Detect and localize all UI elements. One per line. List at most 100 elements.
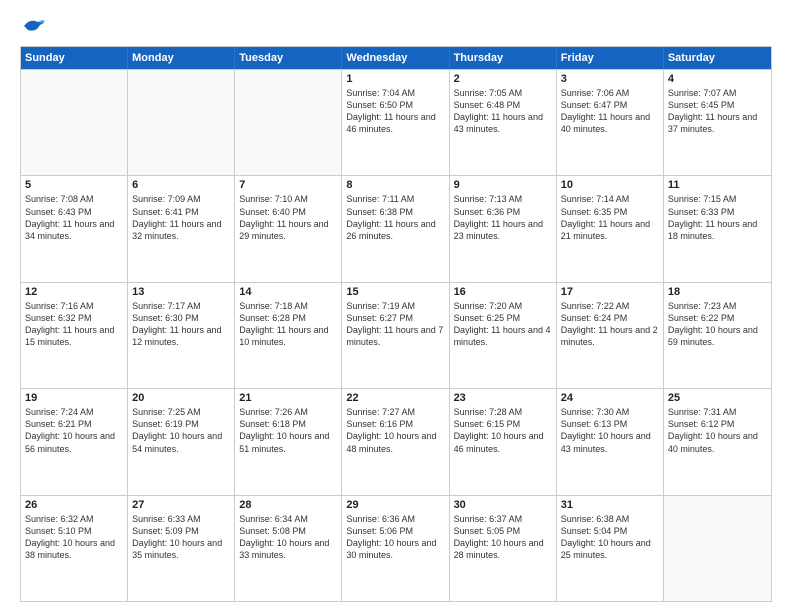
day-info-15: Sunrise: 7:19 AM Sunset: 6:27 PM Dayligh… (346, 300, 444, 349)
weekday-header-monday: Monday (128, 47, 235, 69)
day-number-30: 30 (454, 499, 552, 511)
calendar-header: SundayMondayTuesdayWednesdayThursdayFrid… (21, 47, 771, 69)
day-cell-18: 18 Sunrise: 7:23 AM Sunset: 6:22 PM Dayli… (664, 283, 771, 388)
day-cell-9: 9 Sunrise: 7:13 AM Sunset: 6:36 PM Daylig… (450, 176, 557, 281)
day-number-14: 14 (239, 286, 337, 298)
day-cell-7: 7 Sunrise: 7:10 AM Sunset: 6:40 PM Daylig… (235, 176, 342, 281)
day-number-26: 26 (25, 499, 123, 511)
day-info-6: Sunrise: 7:09 AM Sunset: 6:41 PM Dayligh… (132, 193, 230, 242)
day-number-25: 25 (668, 392, 767, 404)
page: SundayMondayTuesdayWednesdayThursdayFrid… (0, 0, 792, 612)
day-number-27: 27 (132, 499, 230, 511)
day-cell-4: 4 Sunrise: 7:07 AM Sunset: 6:45 PM Daylig… (664, 70, 771, 175)
calendar-row-0: 1Sunrise: 7:04 AM Sunset: 6:50 PM Daylig… (21, 69, 771, 175)
day-info-20: Sunrise: 7:25 AM Sunset: 6:19 PM Dayligh… (132, 406, 230, 455)
day-info-18: Sunrise: 7:23 AM Sunset: 6:22 PM Dayligh… (668, 300, 767, 349)
day-info-16: Sunrise: 7:20 AM Sunset: 6:25 PM Dayligh… (454, 300, 552, 349)
day-cell-28: 28 Sunrise: 6:34 AM Sunset: 5:08 PM Dayli… (235, 496, 342, 601)
day-info-23: Sunrise: 7:28 AM Sunset: 6:15 PM Dayligh… (454, 406, 552, 455)
day-info-7: Sunrise: 7:10 AM Sunset: 6:40 PM Dayligh… (239, 193, 337, 242)
day-cell-15: 15 Sunrise: 7:19 AM Sunset: 6:27 PM Dayli… (342, 283, 449, 388)
day-cell-19: 19Sunrise: 7:24 AM Sunset: 6:21 PM Dayli… (21, 389, 128, 494)
weekday-header-wednesday: Wednesday (342, 47, 449, 69)
day-info-1: Sunrise: 7:04 AM Sunset: 6:50 PM Dayligh… (346, 87, 444, 136)
day-number-15: 15 (346, 286, 444, 298)
logo (20, 16, 46, 36)
day-number-20: 20 (132, 392, 230, 404)
day-number-29: 29 (346, 499, 444, 511)
day-info-29: Sunrise: 6:36 AM Sunset: 5:06 PM Dayligh… (346, 513, 444, 562)
day-info-5: Sunrise: 7:08 AM Sunset: 6:43 PM Dayligh… (25, 193, 123, 242)
day-info-26: Sunrise: 6:32 AM Sunset: 5:10 PM Dayligh… (25, 513, 123, 562)
day-info-14: Sunrise: 7:18 AM Sunset: 6:28 PM Dayligh… (239, 300, 337, 349)
day-number-8: 8 (346, 179, 444, 191)
day-number-12: 12 (25, 286, 123, 298)
logo-bird-icon (22, 16, 46, 36)
empty-cell-r4c6 (664, 496, 771, 601)
day-info-9: Sunrise: 7:13 AM Sunset: 6:36 PM Dayligh… (454, 193, 552, 242)
day-cell-21: 21 Sunrise: 7:26 AM Sunset: 6:18 PM Dayli… (235, 389, 342, 494)
day-number-4: 4 (668, 73, 767, 85)
day-number-7: 7 (239, 179, 337, 191)
day-info-8: Sunrise: 7:11 AM Sunset: 6:38 PM Dayligh… (346, 193, 444, 242)
day-number-16: 16 (454, 286, 552, 298)
day-info-12: Sunrise: 7:16 AM Sunset: 6:32 PM Dayligh… (25, 300, 123, 349)
day-cell-30: 30 Sunrise: 6:37 AM Sunset: 5:05 PM Dayli… (450, 496, 557, 601)
day-info-3: Sunrise: 7:06 AM Sunset: 6:47 PM Dayligh… (561, 87, 659, 136)
day-cell-31: 31Sunrise: 6:38 AM Sunset: 5:04 PM Dayli… (557, 496, 664, 601)
day-number-11: 11 (668, 179, 767, 191)
calendar: SundayMondayTuesdayWednesdayThursdayFrid… (20, 46, 772, 602)
day-cell-12: 12 Sunrise: 7:16 AM Sunset: 6:32 PM Dayli… (21, 283, 128, 388)
day-number-9: 9 (454, 179, 552, 191)
day-cell-8: 8 Sunrise: 7:11 AM Sunset: 6:38 PM Daylig… (342, 176, 449, 281)
calendar-row-3: 19Sunrise: 7:24 AM Sunset: 6:21 PM Dayli… (21, 388, 771, 494)
day-cell-22: 22 Sunrise: 7:27 AM Sunset: 6:16 PM Dayli… (342, 389, 449, 494)
day-info-30: Sunrise: 6:37 AM Sunset: 5:05 PM Dayligh… (454, 513, 552, 562)
empty-cell-r0c2 (235, 70, 342, 175)
day-cell-16: 16 Sunrise: 7:20 AM Sunset: 6:25 PM Dayli… (450, 283, 557, 388)
calendar-row-4: 26 Sunrise: 6:32 AM Sunset: 5:10 PM Dayli… (21, 495, 771, 601)
day-info-25: Sunrise: 7:31 AM Sunset: 6:12 PM Dayligh… (668, 406, 767, 455)
day-number-24: 24 (561, 392, 659, 404)
weekday-header-tuesday: Tuesday (235, 47, 342, 69)
day-number-3: 3 (561, 73, 659, 85)
weekday-header-friday: Friday (557, 47, 664, 69)
weekday-header-thursday: Thursday (450, 47, 557, 69)
day-cell-6: 6 Sunrise: 7:09 AM Sunset: 6:41 PM Daylig… (128, 176, 235, 281)
calendar-row-2: 12 Sunrise: 7:16 AM Sunset: 6:32 PM Dayli… (21, 282, 771, 388)
day-info-28: Sunrise: 6:34 AM Sunset: 5:08 PM Dayligh… (239, 513, 337, 562)
day-cell-10: 10Sunrise: 7:14 AM Sunset: 6:35 PM Dayli… (557, 176, 664, 281)
day-cell-26: 26 Sunrise: 6:32 AM Sunset: 5:10 PM Dayli… (21, 496, 128, 601)
day-number-6: 6 (132, 179, 230, 191)
day-number-18: 18 (668, 286, 767, 298)
day-number-10: 10 (561, 179, 659, 191)
day-cell-29: 29 Sunrise: 6:36 AM Sunset: 5:06 PM Dayli… (342, 496, 449, 601)
day-info-21: Sunrise: 7:26 AM Sunset: 6:18 PM Dayligh… (239, 406, 337, 455)
weekday-header-saturday: Saturday (664, 47, 771, 69)
day-info-17: Sunrise: 7:22 AM Sunset: 6:24 PM Dayligh… (561, 300, 659, 349)
day-cell-2: 2Sunrise: 7:05 AM Sunset: 6:48 PM Daylig… (450, 70, 557, 175)
day-number-21: 21 (239, 392, 337, 404)
day-info-19: Sunrise: 7:24 AM Sunset: 6:21 PM Dayligh… (25, 406, 123, 455)
day-cell-14: 14 Sunrise: 7:18 AM Sunset: 6:28 PM Dayli… (235, 283, 342, 388)
day-info-22: Sunrise: 7:27 AM Sunset: 6:16 PM Dayligh… (346, 406, 444, 455)
day-cell-1: 1Sunrise: 7:04 AM Sunset: 6:50 PM Daylig… (342, 70, 449, 175)
day-cell-17: 17 Sunrise: 7:22 AM Sunset: 6:24 PM Dayli… (557, 283, 664, 388)
day-number-28: 28 (239, 499, 337, 511)
header (20, 16, 772, 36)
day-cell-3: 3 Sunrise: 7:06 AM Sunset: 6:47 PM Daylig… (557, 70, 664, 175)
day-cell-13: 13Sunrise: 7:17 AM Sunset: 6:30 PM Dayli… (128, 283, 235, 388)
day-cell-23: 23Sunrise: 7:28 AM Sunset: 6:15 PM Dayli… (450, 389, 557, 494)
calendar-body: 1Sunrise: 7:04 AM Sunset: 6:50 PM Daylig… (21, 69, 771, 601)
day-number-22: 22 (346, 392, 444, 404)
calendar-row-1: 5 Sunrise: 7:08 AM Sunset: 6:43 PM Daylig… (21, 175, 771, 281)
day-info-4: Sunrise: 7:07 AM Sunset: 6:45 PM Dayligh… (668, 87, 767, 136)
weekday-header-sunday: Sunday (21, 47, 128, 69)
day-number-2: 2 (454, 73, 552, 85)
day-number-31: 31 (561, 499, 659, 511)
day-number-17: 17 (561, 286, 659, 298)
day-number-5: 5 (25, 179, 123, 191)
day-info-27: Sunrise: 6:33 AM Sunset: 5:09 PM Dayligh… (132, 513, 230, 562)
empty-cell-r0c1 (128, 70, 235, 175)
day-cell-20: 20 Sunrise: 7:25 AM Sunset: 6:19 PM Dayli… (128, 389, 235, 494)
